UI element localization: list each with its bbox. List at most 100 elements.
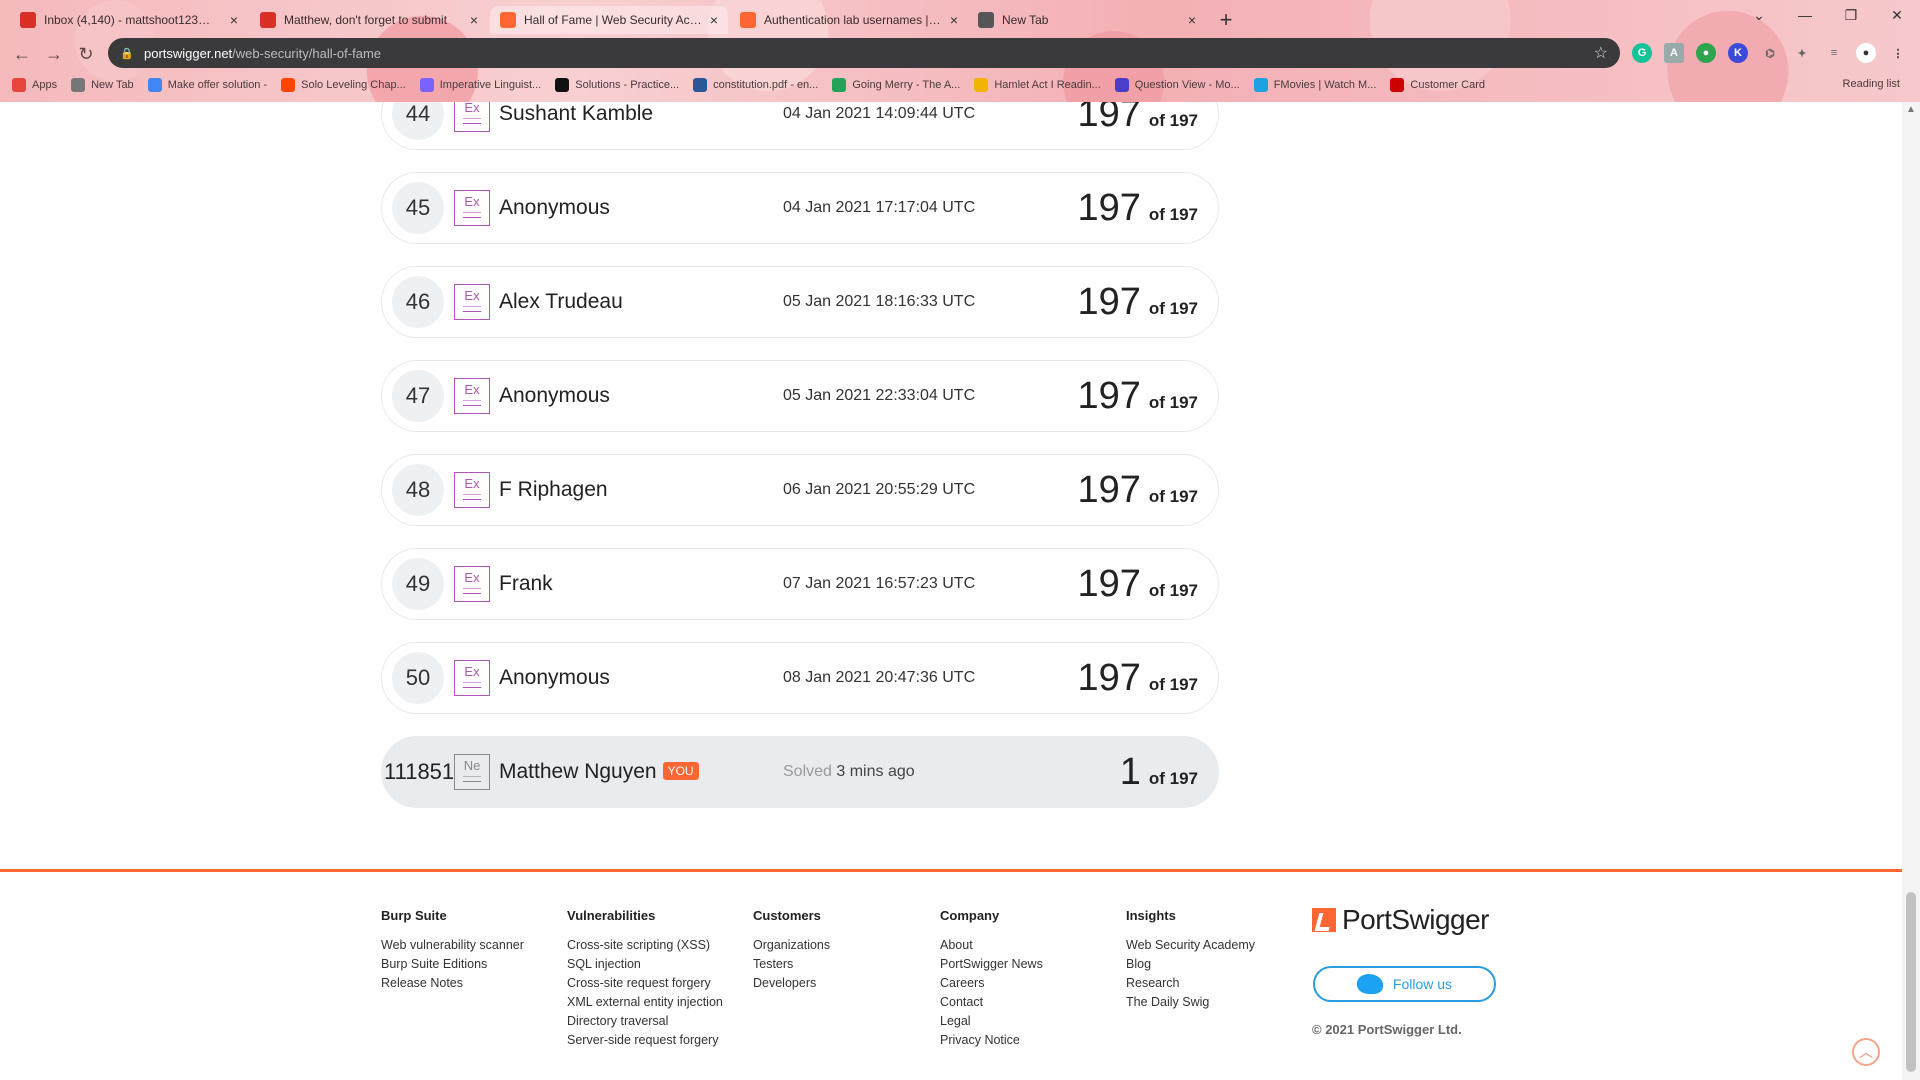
footer-link[interactable]: Research — [1126, 974, 1255, 993]
browser-tab[interactable]: New Tab × — [968, 6, 1206, 34]
bookmark-item[interactable]: Make offer solution - — [147, 78, 267, 92]
forward-button[interactable]: → — [42, 42, 66, 66]
menu-icon[interactable]: ⋮ — [1888, 43, 1908, 63]
address-bar[interactable]: 🔒 portswigger.net/web-security/hall-of-f… — [108, 38, 1620, 68]
bookmark-favicon-icon — [693, 78, 708, 92]
bookmark-item[interactable]: Going Merry - The A... — [832, 78, 960, 92]
close-tab-icon[interactable]: × — [950, 12, 958, 28]
current-user-name: Matthew Nguyen — [499, 760, 657, 783]
new-tab-button[interactable]: + — [1212, 6, 1240, 34]
restore-button[interactable]: ❐ — [1828, 0, 1874, 30]
extension-icon[interactable]: ⌬ — [1760, 43, 1780, 63]
footer-link[interactable]: Privacy Notice — [940, 1031, 1043, 1050]
bookmark-item[interactable]: Question View - Mo... — [1114, 78, 1240, 92]
reload-button[interactable]: ↻ — [74, 42, 98, 66]
bookmark-label: Solo Leveling Chap... — [301, 79, 406, 91]
extension-icon[interactable]: K — [1728, 43, 1748, 63]
browser-tab[interactable]: Authentication lab usernames | W × — [730, 6, 968, 34]
footer-link[interactable]: Cross-site scripting (XSS) — [567, 936, 723, 955]
total-count: of 197 — [1148, 487, 1198, 506]
footer-link[interactable]: Web vulnerability scanner — [381, 936, 524, 955]
bookmark-item[interactable]: Solutions - Practice... — [555, 78, 679, 92]
bookmark-favicon-icon — [419, 78, 434, 92]
bookmark-item[interactable]: constitution.pdf - en... — [693, 78, 818, 92]
bookmark-label: Imperative Linguist... — [439, 79, 542, 91]
extension-icon[interactable]: ● — [1696, 43, 1716, 63]
footer-link[interactable]: The Daily Swig — [1126, 993, 1255, 1012]
bookmark-favicon-icon — [1114, 78, 1129, 92]
level-expert-icon: Ex — [454, 472, 490, 508]
solved-count: 197 — [1077, 657, 1141, 699]
footer: Burp Suite Web vulnerability scanner Burp … — [0, 869, 1902, 1080]
bookmarks-bar: Apps New Tab Make offer solution - Solo Lev… — [0, 72, 1920, 98]
solved-count: 197 — [1077, 469, 1141, 511]
close-tab-icon[interactable]: × — [710, 12, 718, 28]
bookmark-star-icon[interactable]: ☆ — [1594, 43, 1608, 63]
level-newbie-icon: Ne — [454, 754, 490, 790]
browser-tab[interactable]: Hall of Fame | Web Security Acade × — [490, 6, 728, 34]
close-tab-icon[interactable]: × — [470, 12, 478, 28]
minimize-button[interactable]: — — [1782, 0, 1828, 30]
reading-list[interactable]: Reading list — [1843, 78, 1900, 90]
media-icon[interactable]: ≡ — [1824, 43, 1844, 63]
puzzle-icon[interactable]: ✦ — [1792, 43, 1812, 63]
portswigger-logo[interactable]: PortSwigger — [1312, 904, 1490, 936]
bookmark-item[interactable]: Solo Leveling Chap... — [281, 78, 406, 92]
footer-link[interactable]: About — [940, 936, 1043, 955]
footer-link[interactable]: PortSwigger News — [940, 955, 1043, 974]
tab-search-icon[interactable]: ⌄ — [1736, 0, 1782, 30]
footer-link[interactable]: Developers — [753, 974, 830, 993]
close-tab-icon[interactable]: × — [1188, 12, 1196, 28]
bookmark-item[interactable]: Customer Card — [1390, 78, 1485, 92]
close-window-button[interactable]: ✕ — [1874, 0, 1920, 30]
back-button[interactable]: ← — [10, 42, 34, 66]
footer-link[interactable]: XML external entity injection — [567, 993, 723, 1012]
footer-link[interactable]: Cross-site request forgery — [567, 974, 723, 993]
footer-column: Insights Web Security Academy Blog Research… — [1126, 908, 1255, 1012]
footer-link[interactable]: Web Security Academy — [1126, 936, 1255, 955]
bookmark-item[interactable]: Imperative Linguist... — [419, 78, 542, 92]
total-count: of 197 — [1148, 769, 1198, 788]
completion-date: 07 Jan 2021 16:57:23 UTC — [783, 575, 976, 592]
footer-link[interactable]: Legal — [940, 1012, 1043, 1031]
bookmark-item[interactable]: Hamlet Act I Readin... — [974, 78, 1101, 92]
footer-link[interactable]: Blog — [1126, 955, 1255, 974]
bookmark-label: Going Merry - The A... — [852, 79, 961, 91]
close-tab-icon[interactable]: × — [230, 12, 238, 28]
total-count: of 197 — [1148, 205, 1198, 224]
bookmark-favicon-icon — [281, 78, 296, 92]
scrollbar-thumb[interactable] — [1906, 892, 1916, 1072]
footer-link[interactable]: Testers — [753, 955, 830, 974]
user-name: Alex Trudeau — [499, 290, 623, 313]
scroll-to-top-button[interactable]: ︿ — [1852, 1038, 1880, 1066]
footer-link[interactable]: Careers — [940, 974, 1043, 993]
total-count: of 197 — [1148, 581, 1198, 600]
follow-us-button[interactable]: Follow us — [1313, 966, 1496, 1002]
extension-icon[interactable]: A — [1664, 43, 1684, 63]
footer-link[interactable]: Release Notes — [381, 974, 524, 993]
leaderboard-row: 45 Ex Anonymous 04 Jan 2021 17:17:04 UTC 197… — [381, 172, 1219, 244]
footer-link[interactable]: SQL injection — [567, 955, 723, 974]
footer-link[interactable]: Burp Suite Editions — [381, 955, 524, 974]
bookmark-item[interactable]: Apps — [12, 78, 57, 92]
footer-link[interactable]: Server-side request forgery — [567, 1031, 723, 1050]
copyright: © 2021 PortSwigger Ltd. — [1312, 1022, 1462, 1037]
user-name: Anonymous — [499, 196, 610, 219]
footer-link[interactable]: Organizations — [753, 936, 830, 955]
footer-link[interactable]: Directory traversal — [567, 1012, 723, 1031]
total-count: of 197 — [1148, 393, 1198, 412]
gmail-icon — [260, 12, 276, 28]
score: 197 of 197 — [1077, 283, 1198, 321]
browser-tab[interactable]: Matthew, don't forget to submit × — [250, 6, 488, 34]
grammarly-extension-icon[interactable]: G — [1632, 43, 1652, 63]
bookmark-item[interactable]: New Tab — [71, 78, 134, 92]
scroll-up-arrow-icon[interactable]: ▲ — [1906, 104, 1916, 115]
footer-link[interactable]: Contact — [940, 993, 1043, 1012]
profile-avatar[interactable]: ● — [1856, 43, 1876, 63]
scrollbar[interactable]: ▲ — [1902, 102, 1920, 1080]
browser-tab[interactable]: Inbox (4,140) - mattshoot123@gm × — [10, 6, 248, 34]
twitter-icon — [1356, 974, 1383, 994]
bookmark-item[interactable]: FMovies | Watch M... — [1253, 78, 1376, 92]
bookmark-label: Question View - Mo... — [1134, 79, 1240, 91]
bookmark-favicon-icon — [555, 78, 570, 92]
